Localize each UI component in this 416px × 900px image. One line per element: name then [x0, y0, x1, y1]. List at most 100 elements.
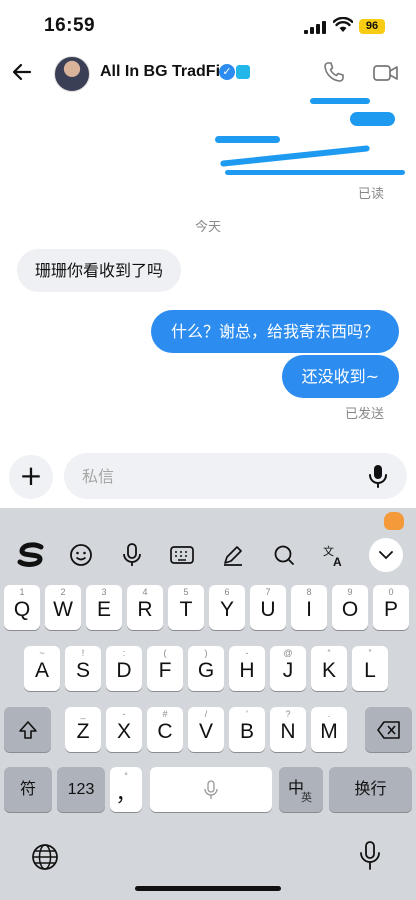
key-z[interactable]: _ Z — [65, 707, 101, 752]
return-key[interactable]: 换行 — [329, 767, 412, 812]
key-e[interactable]: 3E — [86, 585, 122, 630]
collapse-keyboard-button[interactable] — [369, 538, 403, 572]
key-hint: # — [162, 709, 168, 719]
key-p[interactable]: 0P — [373, 585, 409, 630]
language-switch-key[interactable]: 中 英 — [279, 767, 323, 812]
microphone-icon[interactable] — [368, 464, 388, 488]
key-hint: 3 — [101, 587, 107, 597]
key-hint: 5 — [183, 587, 189, 597]
key-hint: ” — [368, 648, 372, 658]
key-y[interactable]: 6Y — [209, 585, 245, 630]
key-s[interactable]: ! S — [65, 646, 101, 691]
message-bubble-incoming[interactable]: 珊珊你看收到了吗 — [17, 249, 182, 292]
key-d[interactable]: :D — [106, 646, 142, 691]
key-x[interactable]: -X — [106, 707, 142, 752]
message-bubble-outgoing[interactable]: 什么？谢总，给我寄东西吗？ — [150, 310, 399, 353]
key-q[interactable]: 1Q — [4, 585, 40, 630]
backspace-key[interactable] — [365, 707, 412, 752]
sogou-logo-icon[interactable] — [16, 540, 46, 570]
key-g[interactable]: ) G — [188, 646, 224, 691]
backspace-icon — [376, 721, 400, 739]
translate-icon[interactable]: 文A — [319, 540, 349, 570]
voice-input-icon[interactable] — [117, 540, 147, 570]
wifi-icon — [333, 17, 353, 32]
avatar[interactable] — [54, 56, 90, 92]
key-label: S — [75, 659, 90, 682]
shift-icon — [18, 721, 37, 739]
status-time: 16:59 — [44, 15, 96, 36]
key-hint: ! — [81, 648, 85, 658]
key-label: I — [306, 598, 312, 621]
key-r[interactable]: 4R — [127, 585, 163, 630]
handwriting-icon[interactable] — [218, 540, 248, 570]
key-u[interactable]: 7U — [250, 585, 286, 630]
key-h[interactable]: -H — [229, 646, 265, 691]
key-label: J — [282, 659, 294, 682]
globe-icon[interactable] — [30, 842, 60, 872]
lang-sub-label: 英 — [301, 792, 312, 804]
key-hint: - — [122, 709, 126, 719]
home-indicator[interactable] — [135, 886, 281, 891]
key-o[interactable]: 9O — [332, 585, 368, 630]
key-label: Z — [76, 720, 90, 743]
comma-key[interactable]: ° ， — [110, 767, 142, 812]
key-l[interactable]: ” L — [352, 646, 388, 691]
key-label: H — [239, 659, 255, 682]
key-hint: 9 — [347, 587, 353, 597]
key-f[interactable]: (F — [147, 646, 183, 691]
mascot-icon[interactable] — [384, 512, 404, 530]
emoji-icon[interactable] — [66, 540, 96, 570]
key-w[interactable]: 2W — [45, 585, 81, 630]
shift-key[interactable] — [4, 707, 51, 752]
video-call-icon[interactable] — [372, 62, 400, 84]
key-i[interactable]: 8I — [291, 585, 327, 630]
key-hint: 8 — [306, 587, 312, 597]
key-label: G — [197, 659, 215, 682]
key-label: O — [341, 598, 359, 621]
back-arrow-icon[interactable] — [10, 60, 34, 84]
key-label: Y — [219, 598, 234, 621]
key-c[interactable]: # C — [147, 707, 183, 752]
s-badge-icon — [236, 65, 250, 79]
key-m[interactable]: .M — [311, 707, 347, 752]
search-icon[interactable] — [269, 540, 299, 570]
key-j[interactable]: @ J — [270, 646, 306, 691]
key-hint: ( — [163, 648, 167, 658]
key-hint: 2 — [60, 587, 66, 597]
key-label: V — [198, 720, 213, 743]
chat-title[interactable]: All In BG TradFi — [100, 63, 220, 81]
cellular-signal-icon — [304, 21, 326, 34]
key-b[interactable]: ' B — [229, 707, 265, 752]
key-hint: ? — [285, 709, 291, 719]
key-hint: 6 — [224, 587, 230, 597]
message-input[interactable] — [64, 453, 407, 499]
redacted-message — [215, 98, 405, 178]
key-a[interactable]: ~ A — [24, 646, 60, 691]
comma-label: ， — [115, 783, 137, 806]
phone-icon[interactable] — [322, 60, 346, 84]
message-bubble-outgoing[interactable]: 还没收到~ — [281, 355, 399, 398]
key-k[interactable]: “K — [311, 646, 347, 691]
space-key[interactable] — [150, 767, 272, 812]
key-label: X — [116, 720, 131, 743]
microphone-icon — [204, 780, 218, 799]
key-label: E — [96, 598, 111, 621]
key-hint: ~ — [39, 648, 45, 658]
keyboard-layout-icon[interactable] — [167, 540, 197, 570]
key-hint: ) — [204, 648, 208, 658]
chevron-down-icon — [379, 551, 393, 560]
numbers-key[interactable]: 123 — [57, 767, 105, 812]
day-divider: 今天 — [194, 220, 221, 235]
key-hint: @ — [283, 648, 293, 658]
key-label: P — [383, 598, 398, 621]
add-attachment-button[interactable]: + — [9, 455, 53, 499]
battery-indicator: 96 — [359, 19, 385, 34]
key-t[interactable]: 5T — [168, 585, 204, 630]
symbols-key[interactable]: 符 — [4, 767, 52, 812]
key-n[interactable]: ? N — [270, 707, 306, 752]
keyboard — [0, 508, 416, 900]
dictation-icon[interactable] — [358, 840, 382, 872]
sent-status: 已发送 — [344, 407, 384, 422]
key-label: K — [321, 659, 336, 682]
key-v[interactable]: / V — [188, 707, 224, 752]
